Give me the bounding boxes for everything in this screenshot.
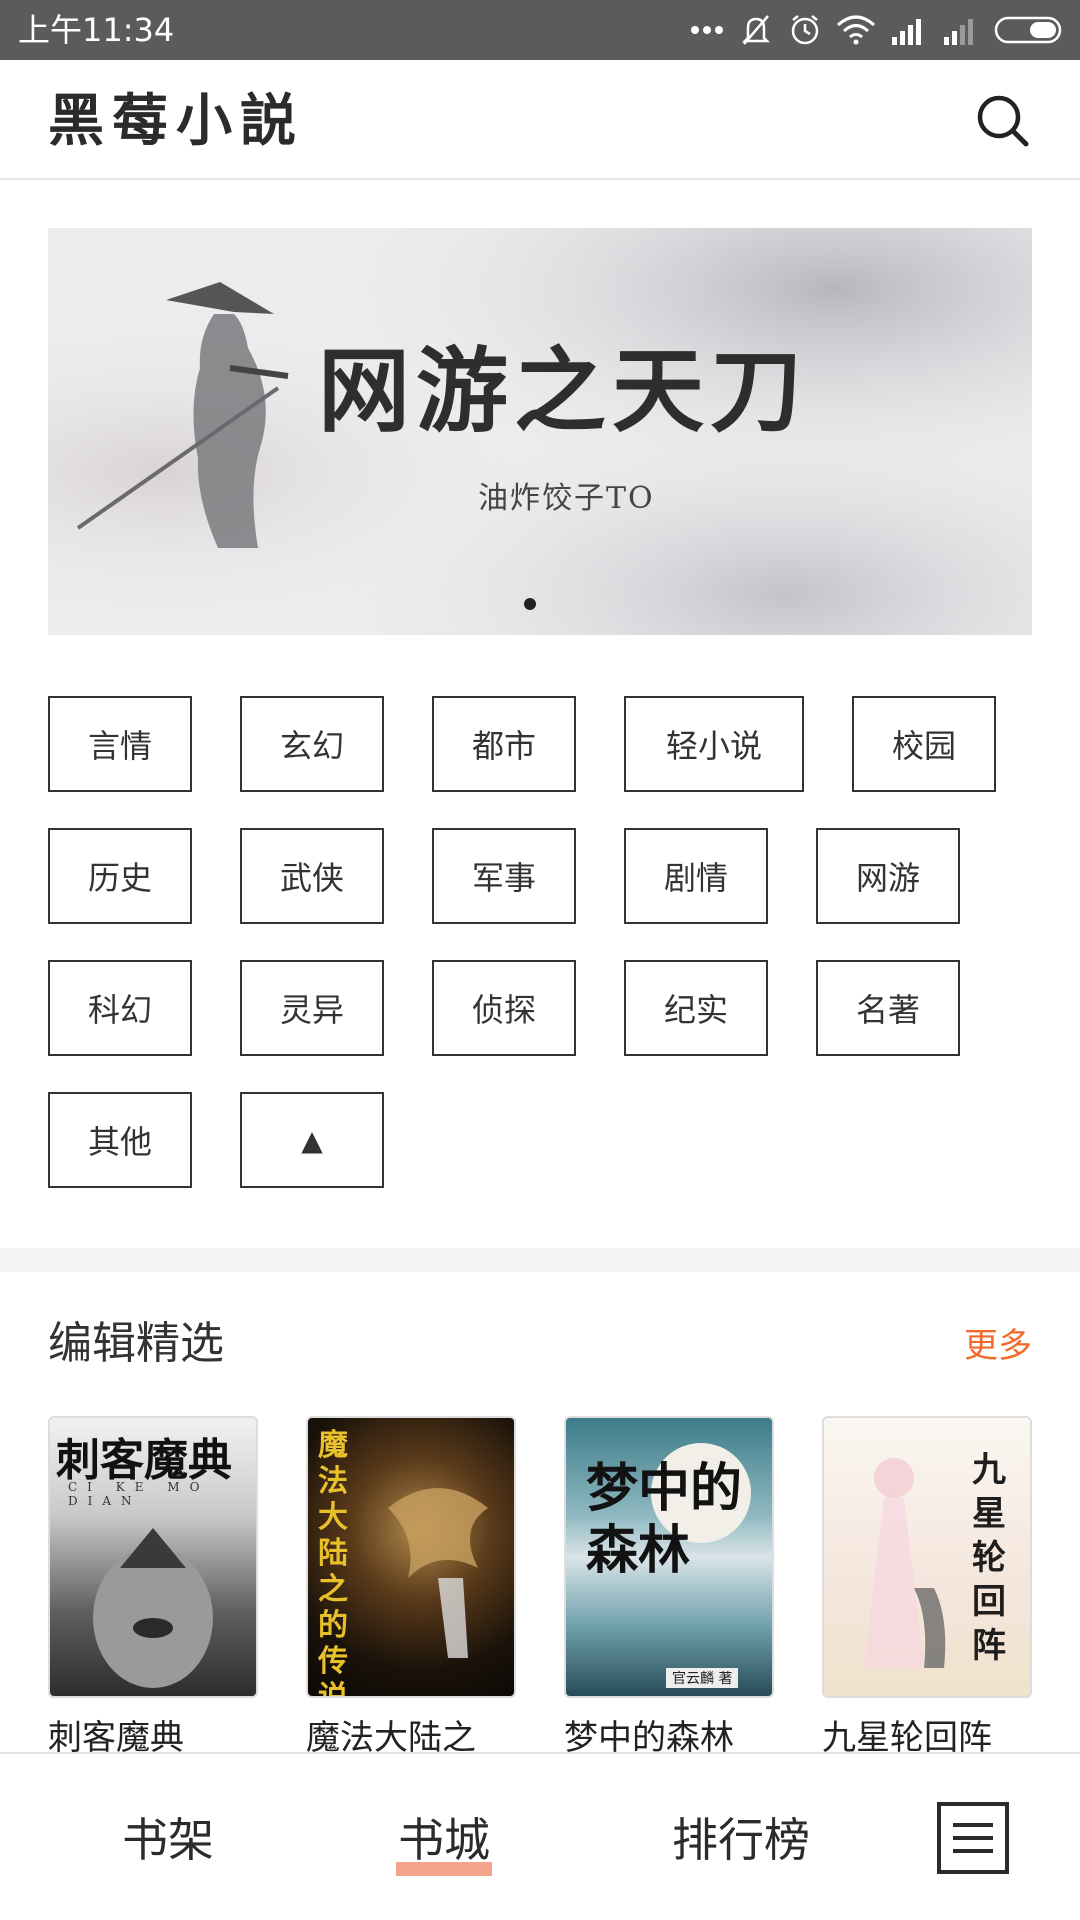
- more-link[interactable]: 更多: [964, 1322, 1032, 1370]
- category-button[interactable]: 灵异: [240, 960, 384, 1056]
- banner-author: 油炸饺子TO: [478, 481, 655, 516]
- category-button[interactable]: 剧情: [624, 828, 768, 924]
- cover-title: 梦中的森林: [586, 1458, 743, 1581]
- category-button[interactable]: 武侠: [240, 828, 384, 924]
- menu-icon-bar: [953, 1836, 993, 1840]
- category-button[interactable]: 侦探: [432, 960, 576, 1056]
- category-button[interactable]: 玄幻: [240, 696, 384, 792]
- mute-bell-icon: [741, 15, 771, 45]
- category-button[interactable]: 历史: [48, 828, 192, 924]
- category-button[interactable]: 都市: [432, 696, 576, 792]
- app-title: 黑莓小説: [48, 88, 304, 154]
- search-icon: [977, 95, 1029, 147]
- cover-title: 魔法大陆之的传说: [318, 1428, 348, 1698]
- status-bar: 上午11:34: [0, 0, 1080, 60]
- menu-icon-bar: [953, 1823, 993, 1827]
- category-button[interactable]: 其他: [48, 1092, 192, 1188]
- category-button[interactable]: 轻小说: [624, 696, 804, 792]
- status-time: 上午11:34: [18, 11, 175, 49]
- carousel-indicator-dot: [524, 598, 536, 610]
- book-cover: 九星轮回阵: [822, 1416, 1032, 1698]
- cover-art: [388, 1488, 488, 1658]
- menu-button[interactable]: [937, 1802, 1009, 1874]
- status-icons: [690, 10, 1066, 50]
- cover-art: [864, 1458, 946, 1668]
- cover-title: 九星轮回阵: [972, 1450, 1006, 1666]
- caret-up-icon: ▲: [301, 1123, 323, 1157]
- book-cover: 刺客魔典 CI KE MO DIAN: [48, 1416, 258, 1698]
- book-cover: 魔法大陆之的传说: [306, 1416, 516, 1698]
- signal-icon: [892, 19, 921, 45]
- book-cover: 梦中的森林 官云麟 著: [564, 1416, 774, 1698]
- nav-tab-bookshelf[interactable]: 书架: [122, 1812, 214, 1868]
- signal-weak-icon: [944, 19, 973, 45]
- nav-tab-ranking[interactable]: 排行榜: [672, 1812, 810, 1868]
- cover-title: 刺客魔典: [56, 1435, 232, 1486]
- nav-tab-bookstore[interactable]: 书城: [398, 1812, 490, 1868]
- category-button[interactable]: 纪实: [624, 960, 768, 1056]
- bottom-nav: 书架 书城 排行榜: [0, 1752, 1080, 1920]
- category-button[interactable]: 网游: [816, 828, 960, 924]
- category-button[interactable]: 言情: [48, 696, 192, 792]
- search-button[interactable]: [972, 90, 1032, 150]
- book-card[interactable]: 梦中的森林 官云麟 著 梦中的森林: [564, 1416, 774, 1758]
- banner-title: 网游之天刀: [318, 337, 809, 445]
- category-button[interactable]: 科幻: [48, 960, 192, 1056]
- cover-subtitle: 官云麟 著: [666, 1668, 739, 1688]
- menu-icon-bar: [953, 1849, 993, 1853]
- category-button[interactable]: 校园: [852, 696, 996, 792]
- category-button[interactable]: 军事: [432, 828, 576, 924]
- section-divider: [0, 1248, 1080, 1272]
- book-card[interactable]: 九星轮回阵 九星轮回阵: [822, 1416, 1032, 1758]
- wifi-icon: [837, 15, 875, 45]
- book-card[interactable]: 魔法大陆之的传说 魔法大陆之: [306, 1416, 516, 1758]
- banner-carousel[interactable]: 网游之天刀 油炸饺子TO: [48, 228, 1032, 635]
- app-header: 黑莓小説: [0, 60, 1080, 180]
- battery-icon: [994, 16, 1062, 44]
- cover-art: [93, 1528, 213, 1688]
- alarm-icon: [791, 15, 819, 45]
- more-dots-icon: [691, 26, 723, 34]
- category-button[interactable]: 名著: [816, 960, 960, 1056]
- cover-subtitle: CI KE MO DIAN: [68, 1480, 210, 1508]
- section-title: 编辑精选: [48, 1318, 224, 1369]
- book-card[interactable]: 刺客魔典 CI KE MO DIAN 刺客魔典: [48, 1416, 258, 1758]
- collapse-categories-button[interactable]: ▲: [240, 1092, 384, 1188]
